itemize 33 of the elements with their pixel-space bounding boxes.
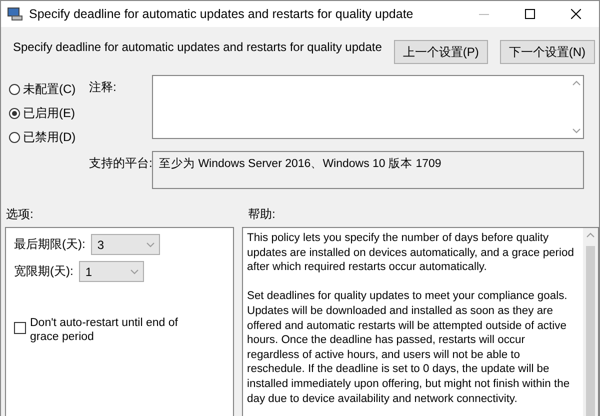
dropdown[interactable]: 1 bbox=[79, 261, 144, 282]
help-label: 帮助: bbox=[248, 206, 276, 222]
comment-field[interactable] bbox=[152, 75, 584, 139]
help-paragraph: This policy lets you specify the number of days before quality updates are installed on devices automatically, and a grace period after which required restarts occur automatically. bbox=[247, 231, 575, 275]
comment-label: 注释: bbox=[89, 79, 118, 96]
dropdown[interactable]: 3 bbox=[91, 234, 160, 255]
radio-icon[interactable] bbox=[9, 84, 20, 95]
help-paragraph: Set deadlines for quality updates to meet your compliance goals. Updates will be downloaded and installed as soon as they are offered and automatic restarts will be attempted outside of active hours. Once the deadline has passed, restarts will occur regardless of active hours, and users will not be able to reschedule. If the deadline is set to 0 days, the update will be installed immediately upon offering, but might not finish within the day due to device availability and network connectivity. bbox=[247, 289, 571, 406]
scroll-down-icon[interactable] bbox=[572, 128, 580, 134]
scroll-up-icon[interactable] bbox=[586, 232, 595, 238]
options-label: 选项: bbox=[5, 206, 34, 222]
chevron-icon[interactable] bbox=[146, 242, 156, 248]
scrollbar[interactable] bbox=[583, 228, 598, 416]
radio-icon[interactable] bbox=[9, 108, 20, 119]
platform-field: 至少为 Windows Server 2016、Windows 10 版本 1709 bbox=[152, 151, 584, 189]
radio-option[interactable]: 已禁用(D) bbox=[9, 129, 89, 146]
checkbox-label: Don't auto-restart until end of grace period bbox=[30, 316, 179, 344]
scroll-up-icon[interactable] bbox=[572, 80, 580, 86]
radio-icon[interactable] bbox=[9, 132, 20, 143]
option-label: 宽限期(天): bbox=[14, 263, 74, 280]
platform-label: 支持的平台: bbox=[89, 155, 152, 172]
chevron-icon[interactable] bbox=[130, 268, 140, 274]
app-icon bbox=[7, 7, 23, 21]
option-label: 最后期限(天): bbox=[14, 236, 86, 253]
radio-option[interactable]: 已启用(E) bbox=[9, 105, 89, 122]
previous-setting-button[interactable]: 上一个设置(P) bbox=[394, 40, 488, 64]
window-title: Specify deadline for automatic updates and restarts for quality update bbox=[29, 7, 414, 21]
radio-option[interactable]: 未配置(C) bbox=[9, 81, 89, 98]
maximize-icon[interactable] bbox=[525, 9, 535, 19]
next-setting-button[interactable]: 下一个设置(N) bbox=[500, 40, 595, 64]
close-icon[interactable] bbox=[571, 9, 581, 19]
checkbox[interactable] bbox=[14, 322, 26, 334]
policy-title: Specify deadline for automatic updates and restarts for quality update bbox=[13, 40, 382, 54]
